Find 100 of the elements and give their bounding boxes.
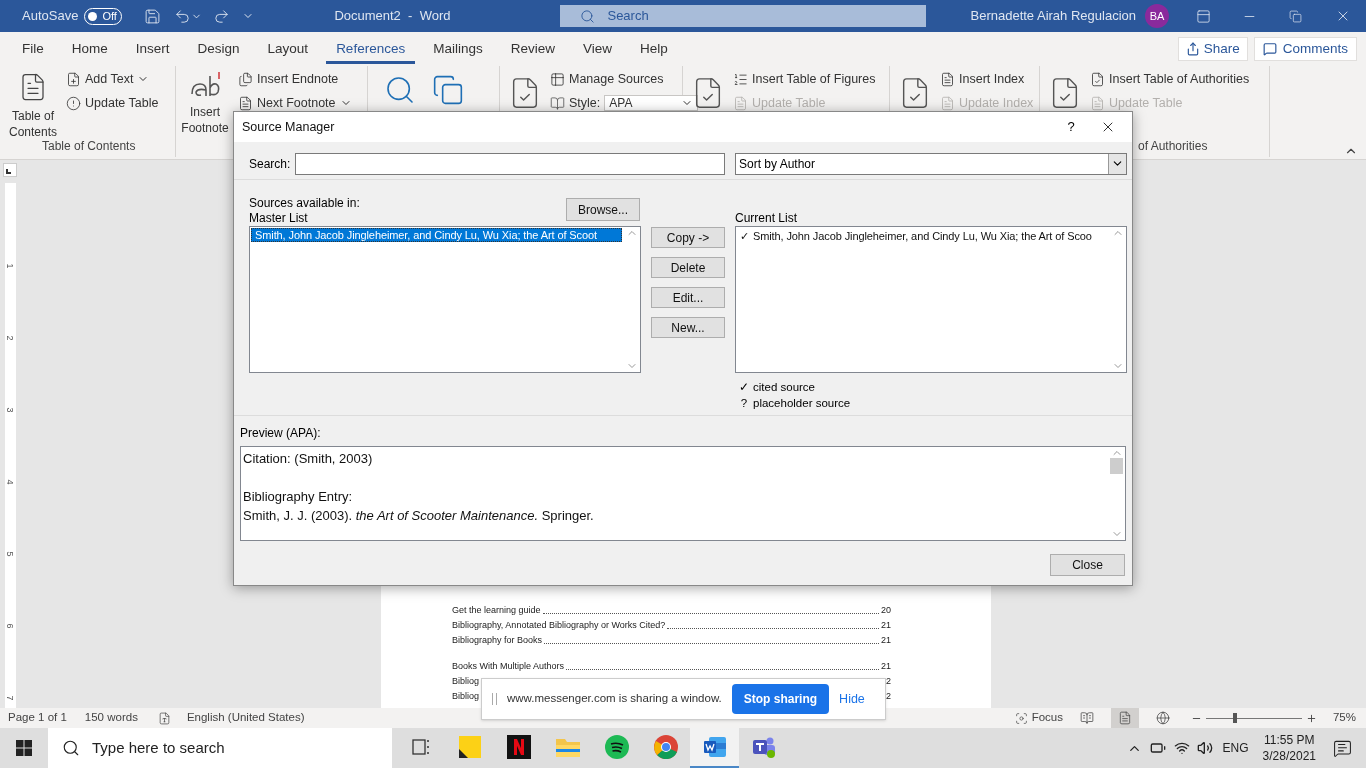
list-icon bbox=[733, 71, 748, 87]
clock-date[interactable]: 3/28/2021 bbox=[1262, 748, 1316, 764]
legend-symbol: ✓ bbox=[738, 380, 750, 395]
ribbon-tab[interactable]: Home bbox=[61, 34, 118, 64]
ribbon-button[interactable]: Insert Table of Figures bbox=[733, 71, 876, 87]
toc-entry: Bibliog bbox=[452, 689, 480, 703]
legend-text: cited source bbox=[753, 380, 815, 395]
dialog-button[interactable]: Edit... bbox=[651, 287, 725, 308]
dialog-title: Source Manager bbox=[242, 118, 335, 136]
taskbar-search-field[interactable]: Type here to search bbox=[48, 728, 392, 768]
ribbon-button[interactable]: Insert Table of Authorities bbox=[1090, 71, 1250, 87]
help-button[interactable]: ? bbox=[1056, 117, 1086, 137]
toc-page-number: 21 bbox=[881, 633, 891, 647]
task-view-icon bbox=[411, 739, 430, 755]
documents-icon bbox=[238, 71, 253, 87]
battery-icon[interactable] bbox=[1149, 740, 1166, 756]
ribbon-tab[interactable]: Design bbox=[187, 34, 250, 64]
ribbon-button[interactable]: Add Text bbox=[66, 71, 159, 87]
source-list-item[interactable]: Smith, John Jacob Jingleheimer, and Cindy Lu, Wu Xia; the Art of Scoot bbox=[251, 228, 622, 242]
chat-app-icon bbox=[750, 735, 777, 759]
dialog-button[interactable]: Delete bbox=[651, 257, 725, 278]
toc-page-number: 21 bbox=[881, 618, 891, 632]
drag-handle-icon[interactable] bbox=[492, 693, 497, 705]
books-icon[interactable] bbox=[432, 74, 464, 106]
style-select[interactable]: APA bbox=[604, 95, 699, 111]
restore-icon[interactable] bbox=[1289, 9, 1302, 23]
word-app-icon bbox=[702, 735, 727, 759]
ribbon-tab[interactable]: Insert bbox=[125, 34, 180, 64]
ribbon-tab[interactable]: Help bbox=[630, 34, 678, 64]
wifi-icon[interactable] bbox=[1173, 740, 1190, 756]
source-list-item[interactable]: ✓ Smith, John Jacob Jingleheimer, and Cindy Lu, Wu Xia; the Art of Scoo bbox=[738, 229, 1107, 243]
ribbon-tab[interactable]: View bbox=[572, 34, 622, 64]
ribbon-button[interactable]: Insert Index bbox=[940, 71, 1034, 87]
browser-icon bbox=[653, 735, 678, 759]
style-label: Style: bbox=[569, 94, 601, 112]
read-mode-icon bbox=[1079, 711, 1094, 725]
word-count[interactable]: 150 words bbox=[84, 709, 138, 727]
sources-label: Sources available in: bbox=[249, 196, 360, 211]
comments-button[interactable]: Comments bbox=[1253, 37, 1357, 61]
dialog-button[interactable]: Copy -> bbox=[651, 227, 725, 248]
ribbon-button[interactable]: Insert Endnote bbox=[238, 71, 352, 87]
focus-button[interactable]: Focus bbox=[1014, 709, 1063, 727]
windows-logo-icon[interactable] bbox=[16, 740, 32, 756]
ribbon-big-button[interactable]: Table of Contents bbox=[8, 70, 58, 140]
undo-icon[interactable] bbox=[174, 7, 192, 25]
zoom-in-icon[interactable] bbox=[1305, 712, 1317, 724]
ribbon-tab[interactable]: File bbox=[12, 34, 54, 64]
language-status[interactable]: English (United States) bbox=[186, 709, 305, 727]
tab-selector[interactable] bbox=[3, 163, 17, 177]
table-icon bbox=[550, 71, 565, 87]
ribbon-button[interactable]: Update Table bbox=[66, 95, 159, 111]
page-count[interactable]: Page 1 of 1 bbox=[8, 709, 67, 727]
toc-page-number: 20 bbox=[881, 603, 891, 617]
document-icon bbox=[940, 71, 955, 87]
preview-text: Bibliography Entry: bbox=[243, 488, 354, 506]
search-icon[interactable] bbox=[384, 74, 416, 106]
current-list-label: Current List bbox=[735, 211, 798, 226]
search-input[interactable] bbox=[295, 152, 725, 175]
view-button[interactable] bbox=[1110, 708, 1139, 728]
group-label: Table of Contents bbox=[42, 138, 136, 155]
redo-icon[interactable] bbox=[213, 7, 231, 25]
search-label: Search: bbox=[249, 155, 292, 173]
share-button[interactable]: Share bbox=[1177, 37, 1248, 61]
document-icon bbox=[238, 95, 253, 111]
scrollbar-thumb[interactable] bbox=[1110, 457, 1123, 474]
book-icon bbox=[550, 95, 565, 111]
ruler-number: 5 bbox=[4, 551, 16, 557]
dialog-button[interactable]: Browse... bbox=[566, 198, 640, 221]
zoom-slider-thumb[interactable] bbox=[1232, 713, 1237, 723]
document-icon bbox=[1090, 95, 1105, 111]
notifications-icon[interactable] bbox=[1333, 738, 1352, 758]
ruler-number: 4 bbox=[4, 479, 16, 485]
ribbon-button[interactable]: Manage Sources bbox=[550, 71, 699, 87]
zoom-percent[interactable]: 75% bbox=[1332, 709, 1356, 727]
ribbon-tab[interactable]: Mailings bbox=[423, 34, 493, 64]
group-label: of Authorities bbox=[1138, 138, 1208, 155]
ribbon-tab[interactable]: Review bbox=[500, 34, 565, 64]
toc-entry: Bibliog bbox=[452, 674, 480, 688]
ribbon-button[interactable]: Next Footnote bbox=[238, 95, 352, 111]
volume-icon[interactable] bbox=[1196, 740, 1213, 756]
clock-time[interactable]: 11:55 PM bbox=[1264, 732, 1315, 748]
ribbon-big-button[interactable]: Insert Footnote bbox=[180, 70, 230, 136]
dialog-button[interactable]: Close bbox=[1050, 554, 1125, 576]
ribbon-tab[interactable]: Layout bbox=[257, 34, 319, 64]
language-indicator[interactable]: ENG bbox=[1222, 739, 1249, 757]
dialog-button[interactable]: New... bbox=[651, 317, 725, 338]
user-avatar[interactable]: BA bbox=[1145, 4, 1169, 28]
window-title: Document2 - Word bbox=[334, 7, 451, 26]
hide-link[interactable]: Hide bbox=[839, 689, 865, 709]
search-field[interactable]: Search bbox=[560, 5, 927, 27]
proofing-icon[interactable] bbox=[157, 711, 171, 725]
web-layout-icon bbox=[1155, 711, 1170, 725]
search-icon bbox=[580, 8, 596, 24]
focus-icon bbox=[1014, 711, 1028, 725]
stop-sharing-button[interactable]: Stop sharing bbox=[731, 684, 830, 714]
toc-page-number: 21 bbox=[881, 659, 891, 673]
note-icon bbox=[457, 735, 482, 759]
sort-select[interactable]: Sort by Author bbox=[735, 152, 1127, 175]
save-icon[interactable] bbox=[144, 7, 162, 25]
ribbon-display-icon[interactable] bbox=[1196, 8, 1211, 24]
